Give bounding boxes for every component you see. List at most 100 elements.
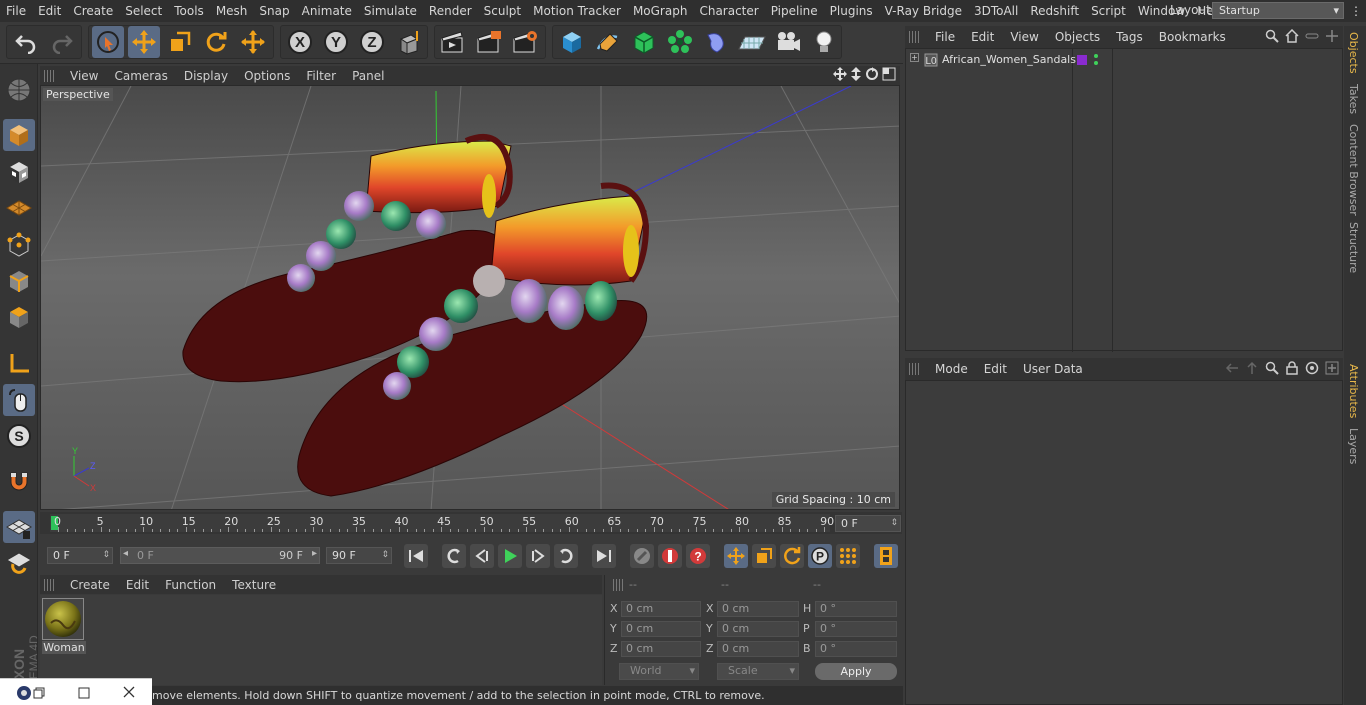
material-woman[interactable]: Woman	[42, 598, 86, 656]
viewport-menu-display[interactable]: Display	[176, 69, 236, 83]
coordinate-system-button[interactable]	[392, 26, 424, 58]
add-floor-button[interactable]	[736, 26, 768, 58]
cinema4d-app-icon[interactable]	[16, 685, 32, 701]
record-active-objects-button[interactable]	[630, 544, 654, 568]
add-spline-pen-button[interactable]	[592, 26, 624, 58]
menu-pipeline[interactable]: Pipeline	[765, 0, 824, 22]
record-parameter-button[interactable]: P	[808, 544, 832, 568]
edges-mode-button[interactable]	[3, 265, 35, 297]
tab-content-browser[interactable]: Content Browser	[1347, 124, 1360, 216]
object-menu-file[interactable]: File	[927, 30, 963, 44]
viewport-menu-options[interactable]: Options	[236, 69, 298, 83]
attribute-menu-edit[interactable]: Edit	[976, 362, 1015, 376]
menu-mograph[interactable]: MoGraph	[627, 0, 694, 22]
expand-icon[interactable]: +	[910, 53, 919, 62]
record-point-level-button[interactable]	[836, 544, 860, 568]
live-select-button[interactable]	[92, 26, 124, 58]
rotation-p-field[interactable]: 0 °	[815, 621, 897, 637]
frame-range-slider[interactable]: ◂ 0 F 90 F ▸	[120, 547, 320, 564]
panel-grip[interactable]	[44, 69, 54, 82]
material-menu-texture[interactable]: Texture	[224, 578, 284, 592]
object-menu-tags[interactable]: Tags	[1108, 30, 1151, 44]
viewport-menu-cameras[interactable]: Cameras	[106, 69, 175, 83]
menu-character[interactable]: Character	[693, 0, 764, 22]
layout-select[interactable]: Startup	[1212, 2, 1344, 19]
coord-panel-grip[interactable]	[613, 579, 623, 591]
undo-button[interactable]	[10, 26, 42, 58]
render-visibility-dot[interactable]	[1094, 61, 1098, 65]
record-position-button[interactable]	[724, 544, 748, 568]
object-menu-objects[interactable]: Objects	[1047, 30, 1108, 44]
maximize-icon[interactable]	[78, 687, 90, 699]
transform-tool-button[interactable]	[237, 26, 269, 58]
y-axis-lock-button[interactable]: Y	[320, 26, 352, 58]
maximize-view-icon[interactable]	[882, 67, 896, 81]
zoom-view-icon[interactable]	[850, 67, 862, 81]
menu-edit[interactable]: Edit	[32, 0, 67, 22]
add-camera-button[interactable]	[772, 26, 804, 58]
attribute-menu-user-data[interactable]: User Data	[1015, 362, 1091, 376]
material-panel-grip[interactable]	[44, 578, 54, 591]
up-arrow-icon[interactable]	[1245, 361, 1259, 375]
move-tool-button[interactable]	[128, 26, 160, 58]
solo-button[interactable]: S	[3, 420, 35, 452]
scale-tool-button[interactable]	[164, 26, 196, 58]
timeline-ruler[interactable]: 0 5 10 15 20 25 30 35 40 45 50 55 60 65 70 75 80 85 90	[50, 514, 834, 532]
render-view-button[interactable]	[437, 26, 469, 58]
object-panel-grip[interactable]	[909, 31, 919, 43]
restore-icon[interactable]	[33, 687, 45, 699]
material-menu-function[interactable]: Function	[157, 578, 224, 592]
make-editable-button[interactable]	[3, 74, 35, 106]
z-axis-lock-button[interactable]: Z	[356, 26, 388, 58]
rotate-view-icon[interactable]	[865, 67, 879, 81]
menu-tools[interactable]: Tools	[168, 0, 210, 22]
redo-button[interactable]	[46, 26, 78, 58]
home-icon[interactable]	[1285, 29, 1299, 43]
tweak-mode-button[interactable]	[3, 384, 35, 416]
editor-visibility-dot[interactable]	[1094, 54, 1098, 58]
size-y-field[interactable]: 0 cm	[717, 621, 799, 637]
model-mode-button[interactable]	[3, 119, 35, 151]
menu-select[interactable]: Select	[119, 0, 168, 22]
x-axis-lock-button[interactable]: X	[284, 26, 316, 58]
menu-create[interactable]: Create	[67, 0, 119, 22]
search-icon[interactable]	[1265, 29, 1279, 43]
current-frame-field[interactable]: 0 F	[835, 515, 901, 532]
record-scale-button[interactable]	[752, 544, 776, 568]
viewport-menu-panel[interactable]: Panel	[344, 69, 392, 83]
search-icon[interactable]	[1265, 361, 1279, 375]
go-to-end-button[interactable]	[592, 544, 616, 568]
layer-color-swatch[interactable]	[1077, 55, 1087, 65]
previous-key-button[interactable]	[442, 544, 466, 568]
object-menu-bookmarks[interactable]: Bookmarks	[1151, 30, 1234, 44]
menu-snap[interactable]: Snap	[253, 0, 295, 22]
perspective-viewport[interactable]: Y Z X Perspective Grid Spacing : 10 cm	[40, 85, 900, 510]
attribute-panel-grip[interactable]	[909, 363, 919, 375]
menu-file[interactable]: File	[0, 0, 32, 22]
previous-frame-button[interactable]	[470, 544, 494, 568]
tab-attributes[interactable]: Attributes	[1347, 364, 1360, 418]
object-name[interactable]: African_Women_Sandals	[942, 53, 1076, 66]
workplane-mode-button[interactable]	[3, 192, 35, 224]
start-frame-field[interactable]: 0 F	[47, 547, 113, 564]
rotation-b-field[interactable]: 0 °	[815, 641, 897, 657]
end-frame-field[interactable]: 90 F	[326, 547, 392, 564]
attribute-menu-mode[interactable]: Mode	[927, 362, 976, 376]
enable-grid-snap-button[interactable]	[3, 511, 35, 543]
record-rotation-button[interactable]	[780, 544, 804, 568]
tab-structure[interactable]: Structure	[1347, 222, 1360, 273]
tab-takes[interactable]: Takes	[1347, 84, 1360, 114]
menu-redshift[interactable]: Redshift	[1024, 0, 1085, 22]
axis-mode-button[interactable]	[3, 348, 35, 380]
render-settings-button[interactable]	[509, 26, 541, 58]
size-z-field[interactable]: 0 cm	[717, 641, 799, 657]
close-icon[interactable]	[123, 686, 135, 698]
keyframe-selection-button[interactable]: ?	[686, 544, 710, 568]
rotate-tool-button[interactable]	[200, 26, 232, 58]
menu-vray-bridge[interactable]: V-Ray Bridge	[879, 0, 968, 22]
camera-label[interactable]: Perspective	[43, 88, 113, 101]
coord-space-dropdown[interactable]: World ▾	[619, 663, 699, 680]
viewport-menu-filter[interactable]: Filter	[298, 69, 344, 83]
timeline[interactable]: 0 5 10 15 20 25 30 35 40 45 50 55 60 65 70 75 80 85 90 0 F	[40, 512, 902, 534]
back-arrow-icon[interactable]	[1225, 361, 1239, 375]
